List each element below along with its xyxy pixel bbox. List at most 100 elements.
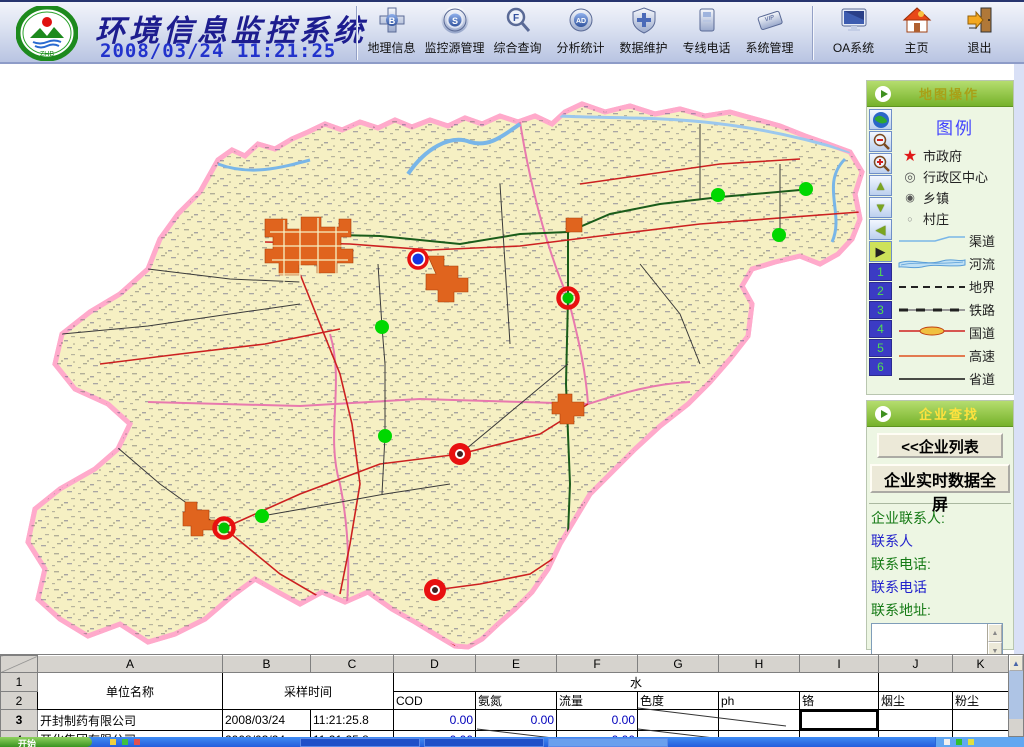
taskbar-window-button[interactable] [424, 738, 544, 747]
param-cod[interactable]: COD [394, 692, 476, 710]
header-group-empty[interactable] [879, 673, 1009, 692]
nav-query[interactable]: F 综合查询 [486, 5, 549, 56]
nav-geo-info[interactable]: B 地理信息 [360, 5, 423, 56]
svg-text:B: B [388, 16, 395, 26]
scroll-up-icon[interactable]: ▲ [1009, 655, 1023, 671]
column-header-B[interactable]: B [223, 656, 311, 673]
enterprise-name-cell[interactable]: 开封制药有限公司 [38, 710, 223, 731]
map-operations-header[interactable]: 地图操作 [867, 81, 1013, 107]
zoom-in-icon[interactable] [869, 153, 892, 174]
monitor-point-green[interactable] [255, 509, 269, 523]
nav-source-manage[interactable]: S 监控源管理 [423, 5, 486, 56]
monitor-point-green[interactable] [378, 429, 392, 443]
column-header-A[interactable]: A [38, 656, 223, 673]
column-header-K[interactable]: K [953, 656, 1009, 673]
scale-button-4[interactable]: 4 [869, 320, 892, 338]
sample-time-cell[interactable]: 11:21:25.8 [311, 710, 394, 731]
pan-left-icon[interactable]: ◀ [869, 219, 892, 240]
monitor-point-blue-selected[interactable] [409, 250, 427, 268]
quicklaunch-icon[interactable] [110, 739, 116, 745]
globe-full-extent-icon[interactable] [869, 109, 892, 130]
monitor-point-green[interactable] [772, 228, 786, 242]
column-header-H[interactable]: H [719, 656, 800, 673]
scale-button-6[interactable]: 6 [869, 358, 892, 376]
column-header-D[interactable]: D [394, 656, 476, 673]
column-header-E[interactable]: E [476, 656, 557, 673]
enterprise-realtime-fullscreen-button[interactable]: 企业实时数据全屏 [870, 464, 1010, 493]
contact-phone-value[interactable]: 联系电话 [871, 577, 1013, 597]
enterprise-search-header[interactable]: 企业查找 [867, 401, 1013, 427]
monitor-point-red-alarm[interactable] [424, 579, 446, 601]
nav-data-maintain[interactable]: 数据维护 [612, 5, 675, 56]
scale-button-1[interactable]: 1 [869, 263, 892, 281]
row-header-3[interactable]: 3 [1, 710, 38, 731]
taskbar-window-button[interactable] [548, 738, 668, 747]
tray-icon[interactable] [944, 739, 950, 745]
param-chroma[interactable]: 色度 [638, 692, 719, 710]
row-header-1[interactable]: 1 [1, 673, 38, 692]
nav-exit[interactable]: 退出 [948, 5, 1011, 56]
tray-icon[interactable] [956, 739, 962, 745]
cod-value-cell[interactable]: 0.00 [394, 710, 476, 731]
flow-value-cell[interactable]: 0.00 [557, 710, 638, 731]
column-header-G[interactable]: G [638, 656, 719, 673]
pan-up-icon[interactable]: ▲ [869, 175, 892, 196]
monitor-icon [839, 6, 869, 39]
dot-circle-icon: ◉ [897, 191, 923, 204]
monitor-point-green[interactable] [799, 182, 813, 196]
header-unit-name[interactable]: 单位名称 [38, 673, 223, 710]
empty-cell[interactable] [719, 710, 800, 731]
scrollbar-thumb[interactable] [1009, 671, 1023, 719]
header-sample-time[interactable]: 采样时间 [223, 673, 394, 710]
sheet-corner-cell[interactable] [1, 656, 38, 673]
monitor-point-red-alarm[interactable] [449, 443, 471, 465]
nav-system-manage[interactable]: VIP 系统管理 [738, 5, 801, 56]
tray-icon[interactable] [968, 739, 974, 745]
param-nh3[interactable]: 氨氮 [476, 692, 557, 710]
taskbar-window-button[interactable] [300, 738, 420, 747]
monitor-point-green[interactable] [711, 188, 725, 202]
map-viewport[interactable] [0, 64, 1014, 654]
pan-right-icon[interactable]: ▶ [869, 241, 892, 262]
river-band-icon [897, 254, 969, 273]
scale-button-2[interactable]: 2 [869, 282, 892, 300]
sheet-vertical-scrollbar[interactable]: ▲ [1008, 654, 1024, 737]
column-header-I[interactable]: I [800, 656, 879, 673]
sample-date-cell[interactable]: 2008/03/24 [223, 710, 311, 731]
windows-taskbar: 开始 [0, 737, 1024, 747]
selected-cell-I3[interactable] [800, 710, 879, 731]
county-map [0, 64, 1014, 654]
quicklaunch-icon[interactable] [134, 739, 140, 745]
monitor-point-green[interactable] [375, 320, 389, 334]
param-cr[interactable]: 铬 [800, 692, 879, 710]
quicklaunch-icon[interactable] [122, 739, 128, 745]
epa-logo: ZHB [16, 6, 78, 66]
param-ph[interactable]: ph [719, 692, 800, 710]
empty-diagonal-cell[interactable] [638, 710, 719, 731]
empty-cell[interactable] [953, 710, 1009, 731]
legend-item: 高速 [897, 344, 1013, 367]
empty-cell[interactable] [879, 710, 953, 731]
row-header-2[interactable]: 2 [1, 692, 38, 710]
pan-down-icon[interactable]: ▼ [869, 197, 892, 218]
header-group-water[interactable]: 水 [394, 673, 879, 692]
param-smoke[interactable]: 烟尘 [879, 692, 953, 710]
scale-button-5[interactable]: 5 [869, 339, 892, 357]
param-flow[interactable]: 流量 [557, 692, 638, 710]
contact-person-value[interactable]: 联系人 [871, 531, 1013, 551]
nav-home[interactable]: 主页 [885, 5, 948, 56]
nav-analysis[interactable]: AD 分析统计 [549, 5, 612, 56]
nav-hotline[interactable]: 专线电话 [675, 5, 738, 56]
column-header-C[interactable]: C [311, 656, 394, 673]
zoom-out-icon[interactable] [869, 131, 892, 152]
enterprise-list-button[interactable]: <<企业列表 [877, 433, 1003, 458]
scroll-up-icon[interactable]: ▲ [988, 624, 1002, 642]
column-header-J[interactable]: J [879, 656, 953, 673]
column-header-F[interactable]: F [557, 656, 638, 673]
nav-oa-system[interactable]: OA系统 [822, 5, 885, 56]
nh3-value-cell[interactable]: 0.00 [476, 710, 557, 731]
start-button[interactable]: 开始 [0, 737, 92, 747]
scale-button-3[interactable]: 3 [869, 301, 892, 319]
legend-item: 河流 [897, 252, 1013, 275]
param-dust[interactable]: 粉尘 [953, 692, 1009, 710]
